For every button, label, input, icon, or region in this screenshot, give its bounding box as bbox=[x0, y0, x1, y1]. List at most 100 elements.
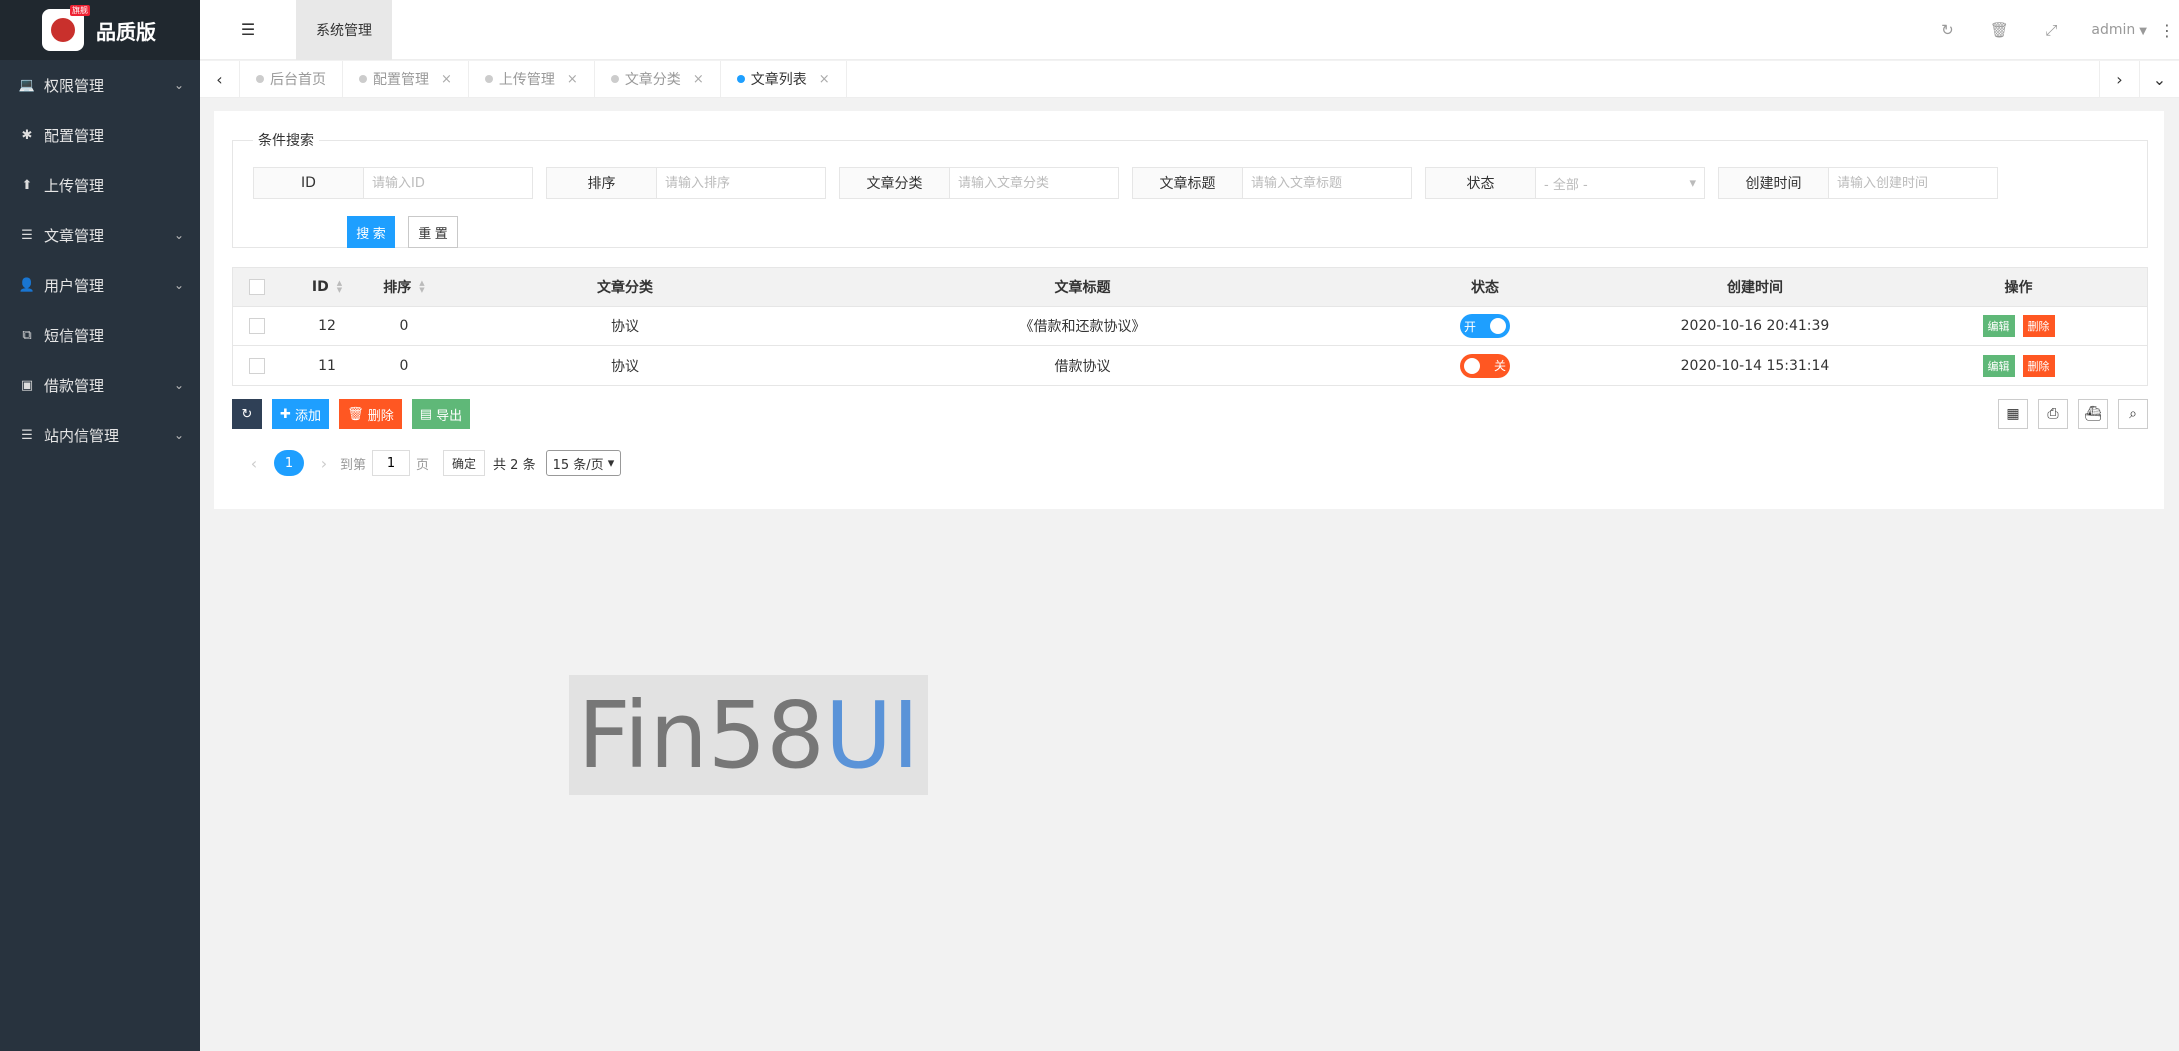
add-button[interactable]: ✚ 添加 bbox=[272, 399, 330, 429]
logo-badge: 旗舰 bbox=[70, 5, 90, 16]
search-panel: 条件搜索 ID 排序 文章分类 文章标题 状态 - 全部 - ▾ 创建时间 bbox=[232, 130, 2148, 248]
delete-button[interactable]: 删除 bbox=[2022, 315, 2055, 337]
tab-dot bbox=[736, 75, 745, 83]
tab-label: 配置管理 bbox=[373, 72, 429, 88]
sort-input[interactable] bbox=[657, 168, 825, 198]
table-row: 12 0 协议 《借款和还款协议》 开 2020-10-16 20:41:39 … bbox=[233, 307, 2147, 346]
cell-category: 协议 bbox=[611, 319, 639, 335]
goto-confirm-button[interactable]: 确定 bbox=[443, 450, 486, 476]
category-input[interactable] bbox=[950, 168, 1118, 198]
search-icon[interactable]: ⌕ bbox=[2118, 399, 2148, 429]
row-checkbox[interactable] bbox=[249, 357, 265, 374]
sort-icon[interactable]: ▲ ▼ bbox=[419, 280, 424, 294]
close-icon[interactable]: × bbox=[819, 72, 830, 87]
tabs-right-controls: › ⌄ bbox=[2099, 61, 2179, 98]
header-sort[interactable]: 排序 ▲ ▼ bbox=[373, 268, 435, 306]
current-page[interactable]: 1 bbox=[274, 450, 304, 476]
sidebar-item-permission[interactable]: 💻 权限管理 ⌄ bbox=[0, 60, 200, 110]
page-tabs: ‹ 后台首页 配置管理 × 上传管理 × 文章分类 × 文章列表 × › ⌄ bbox=[200, 60, 2179, 98]
page-size-select[interactable]: 15 条/页 ▾ bbox=[545, 450, 622, 476]
tabs-dropdown-icon[interactable]: ⌄ bbox=[2139, 61, 2179, 98]
more-vertical-icon[interactable]: ⋮ bbox=[2155, 21, 2179, 40]
columns-icon[interactable]: ▦ bbox=[1998, 399, 2028, 429]
tab-article-category[interactable]: 文章分类 × bbox=[595, 60, 721, 98]
status-toggle[interactable]: 开 bbox=[1460, 314, 1510, 338]
print-icon[interactable]: ⎙ bbox=[2038, 399, 2068, 429]
chevron-down-icon: ⌄ bbox=[173, 378, 184, 392]
sidebar-item-user[interactable]: 👤 用户管理 ⌄ bbox=[0, 260, 200, 310]
next-page-icon[interactable]: › bbox=[314, 454, 334, 473]
sidebar-item-label: 文章管理 bbox=[44, 226, 105, 245]
search-button[interactable]: 搜 索 bbox=[347, 216, 395, 248]
sidebar-item-label: 借款管理 bbox=[44, 376, 105, 395]
tab-article-list[interactable]: 文章列表 × bbox=[721, 60, 847, 98]
tabs-next-icon[interactable]: › bbox=[2099, 61, 2139, 98]
sidebar-item-article[interactable]: ☰ 文章管理 ⌄ bbox=[0, 210, 200, 260]
refresh-icon[interactable]: ↻ bbox=[1921, 21, 1973, 39]
tab-label: 上传管理 bbox=[498, 72, 555, 88]
row-checkbox[interactable] bbox=[249, 318, 265, 334]
filter-category: 文章分类 bbox=[839, 167, 1119, 199]
user-icon: 👤 bbox=[18, 277, 36, 293]
sidebar-item-loan[interactable]: ▣ 借款管理 ⌄ bbox=[0, 360, 200, 410]
tab-label: 文章分类 bbox=[624, 72, 681, 88]
title-input[interactable] bbox=[1243, 168, 1411, 198]
edit-button[interactable]: 编辑 bbox=[1982, 315, 2015, 337]
cell-status: 开 bbox=[1350, 307, 1620, 345]
user-menu[interactable]: admin ▼ bbox=[2077, 22, 2155, 38]
tab-home[interactable]: 后台首页 bbox=[240, 60, 343, 98]
menu-toggle-icon[interactable]: ☰ bbox=[200, 0, 296, 60]
header-title: 文章标题 bbox=[1054, 280, 1111, 296]
trash-icon[interactable]: 🗑 bbox=[1973, 21, 2025, 39]
brand-logo[interactable]: 旗舰 品质版 bbox=[0, 0, 200, 60]
sidebar-item-label: 用户管理 bbox=[44, 276, 105, 295]
tab-config[interactable]: 配置管理 × bbox=[343, 60, 469, 98]
tab-dot bbox=[484, 75, 493, 83]
tab-dot bbox=[256, 75, 264, 83]
filter-title: 文章标题 bbox=[1132, 167, 1412, 199]
reset-button[interactable]: 重 置 bbox=[408, 216, 458, 248]
delete-button[interactable]: 删除 bbox=[2022, 354, 2055, 377]
select-all-checkbox[interactable] bbox=[249, 279, 265, 295]
edit-button[interactable]: 编辑 bbox=[1982, 354, 2015, 377]
id-input[interactable] bbox=[364, 168, 532, 198]
list-icon: ☰ bbox=[21, 227, 33, 243]
refresh-button[interactable]: ↻ bbox=[232, 399, 262, 429]
tabs-prev-icon[interactable]: ‹ bbox=[200, 60, 240, 98]
prev-page-icon[interactable]: ‹ bbox=[244, 454, 264, 473]
export-label: 导出 bbox=[436, 408, 463, 424]
goto-suffix: 页 bbox=[416, 457, 430, 473]
sidebar-item-sms[interactable]: ⧉ 短信管理 bbox=[0, 310, 200, 360]
filter-sort: 排序 bbox=[546, 167, 826, 199]
goto-page-input[interactable] bbox=[372, 450, 411, 476]
sort-icon[interactable]: ▲ ▼ bbox=[337, 280, 342, 294]
status-select[interactable]: - 全部 - ▾ bbox=[1536, 168, 1704, 198]
cell-status: 关 bbox=[1350, 346, 1620, 385]
close-icon[interactable]: × bbox=[567, 72, 578, 87]
close-icon[interactable]: × bbox=[693, 72, 704, 87]
cell-actions: 编辑 删除 bbox=[1890, 346, 2147, 385]
watermark-text-b: UI bbox=[824, 681, 920, 789]
toggle-label: 关 bbox=[1493, 359, 1506, 373]
header-id[interactable]: ID ▲ ▼ bbox=[281, 268, 373, 306]
page-size-value: 15 条/页 bbox=[552, 457, 604, 473]
sidebar-item-upload[interactable]: ⬆ 上传管理 bbox=[0, 160, 200, 210]
sidebar-item-message[interactable]: ☰ 站内信管理 ⌄ bbox=[0, 410, 200, 460]
sidebar-item-config[interactable]: ✱ 配置管理 bbox=[0, 110, 200, 160]
header-actions: ↻ 🗑 ⤢ admin ▼ ⋮ bbox=[1921, 0, 2179, 60]
sidebar-item-label: 权限管理 bbox=[44, 76, 105, 95]
export-icon[interactable]: ⛴ bbox=[2078, 399, 2108, 429]
status-toggle[interactable]: 关 bbox=[1460, 353, 1510, 378]
close-icon[interactable]: × bbox=[441, 72, 452, 87]
cell-created: 2020-10-16 20:41:39 bbox=[1680, 318, 1830, 334]
tab-label: 文章列表 bbox=[750, 72, 807, 88]
fullscreen-icon[interactable]: ⤢ bbox=[2025, 21, 2077, 39]
tab-upload[interactable]: 上传管理 × bbox=[469, 60, 595, 98]
top-tab-system[interactable]: 系统管理 bbox=[296, 0, 392, 60]
created-time-input[interactable] bbox=[1829, 168, 1997, 198]
export-button[interactable]: ▤ 导出 bbox=[411, 399, 471, 429]
list-icon: ☰ bbox=[21, 427, 33, 443]
batch-delete-button[interactable]: 🗑 删除 bbox=[339, 399, 402, 429]
main-panel: 条件搜索 ID 排序 文章分类 文章标题 状态 - 全部 - ▾ 创建时间 bbox=[214, 111, 2164, 509]
watermark-logo: Fin58 UI bbox=[569, 675, 928, 795]
